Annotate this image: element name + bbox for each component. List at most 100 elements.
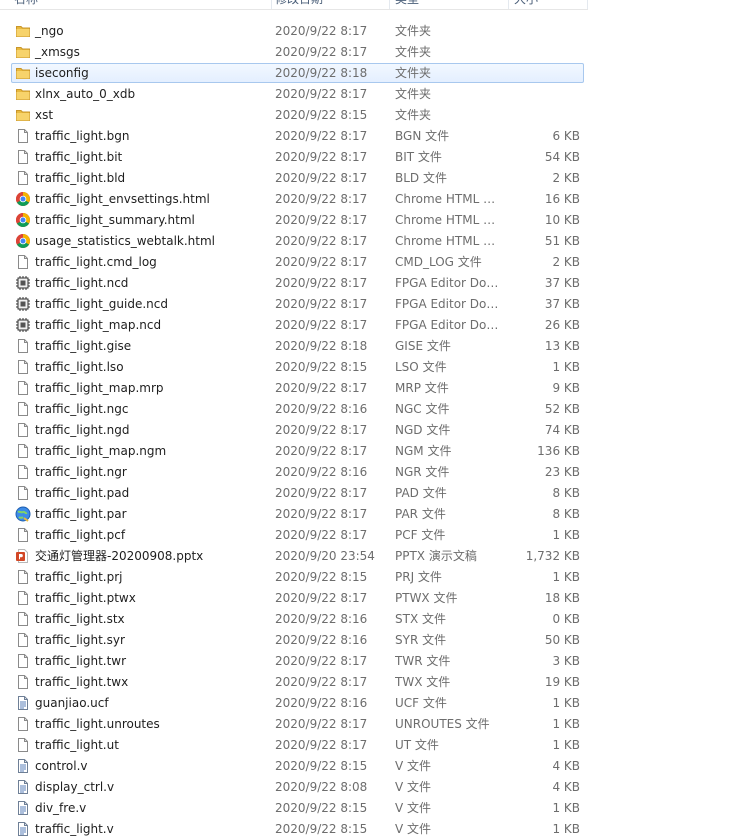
- file-name[interactable]: traffic_light.lso: [35, 357, 124, 378]
- file-name[interactable]: control.v: [35, 756, 88, 777]
- file-row[interactable]: traffic_light.bld 2020/9/22 8:17 BLD 文件 2 K…: [0, 168, 739, 189]
- file-name[interactable]: xlnx_auto_0_xdb: [35, 84, 135, 105]
- file-name[interactable]: traffic_light.ncd: [35, 273, 128, 294]
- file-row[interactable]: traffic_light.syr 2020/9/22 8:16 SYR 文件 50 …: [0, 630, 739, 651]
- file-size: 1 KB: [552, 360, 580, 374]
- file-icon: [15, 359, 31, 375]
- file-row[interactable]: traffic_light.bit 2020/9/22 8:17 BIT 文件 54 …: [0, 147, 739, 168]
- file-row[interactable]: traffic_light.prj 2020/9/22 8:15 PRJ 文件 1 K…: [0, 567, 739, 588]
- file-name[interactable]: traffic_light.twr: [35, 651, 126, 672]
- file-row[interactable]: xst 2020/9/22 8:15 文件夹: [0, 105, 739, 126]
- file-row[interactable]: traffic_light.ncd 2020/9/22 8:17 FPGA Edit…: [0, 273, 739, 294]
- file-row[interactable]: traffic_light.ptwx 2020/9/22 8:17 PTWX 文件 1…: [0, 588, 739, 609]
- file-name[interactable]: div_fre.v: [35, 798, 86, 819]
- file-row[interactable]: display_ctrl.v 2020/9/22 8:08 V 文件 4 KB: [0, 777, 739, 798]
- file-row[interactable]: traffic_light.v 2020/9/22 8:15 V 文件 1 KB: [0, 819, 739, 840]
- column-divider[interactable]: [587, 0, 588, 9]
- file-row[interactable]: _xmsgs 2020/9/22 8:17 文件夹: [0, 42, 739, 63]
- file-name[interactable]: traffic_light.pad: [35, 483, 129, 504]
- file-name[interactable]: traffic_light.ngr: [35, 462, 127, 483]
- text-file-icon: [15, 695, 31, 711]
- file-name[interactable]: traffic_light.ngd: [35, 420, 129, 441]
- file-name[interactable]: traffic_light.twx: [35, 672, 128, 693]
- column-header-name[interactable]: 名称: [14, 0, 38, 9]
- file-name[interactable]: traffic_light_envsettings.html: [35, 189, 210, 210]
- file-name[interactable]: traffic_light.pcf: [35, 525, 125, 546]
- file-row[interactable]: traffic_light.gise 2020/9/22 8:18 GISE 文件 1…: [0, 336, 739, 357]
- file-row[interactable]: traffic_light.twr 2020/9/22 8:17 TWR 文件 3 K…: [0, 651, 739, 672]
- file-row[interactable]: traffic_light.unroutes 2020/9/22 8:17 UNRO…: [0, 714, 739, 735]
- file-name[interactable]: traffic_light.bld: [35, 168, 125, 189]
- file-name[interactable]: traffic_light.cmd_log: [35, 252, 157, 273]
- file-name[interactable]: 交通灯管理器-20200908.pptx: [35, 546, 203, 567]
- file-name[interactable]: iseconfig: [35, 63, 89, 84]
- file-date: 2020/9/22 8:08: [275, 780, 368, 794]
- file-name[interactable]: guanjiao.ucf: [35, 693, 109, 714]
- column-divider[interactable]: [389, 0, 390, 9]
- file-row[interactable]: traffic_light.par 2020/9/22 8:17 PAR 文件 8 K…: [0, 504, 739, 525]
- file-name[interactable]: traffic_light.stx: [35, 609, 125, 630]
- column-header-size[interactable]: 大小: [514, 0, 538, 9]
- file-row[interactable]: traffic_light.stx 2020/9/22 8:16 STX 文件 0 K…: [0, 609, 739, 630]
- column-header-type[interactable]: 类型: [395, 0, 419, 9]
- file-name[interactable]: traffic_light.prj: [35, 567, 123, 588]
- file-row[interactable]: div_fre.v 2020/9/22 8:15 V 文件 1 KB: [0, 798, 739, 819]
- file-name[interactable]: traffic_light_map.ncd: [35, 315, 161, 336]
- file-row[interactable]: usage_statistics_webtalk.html 2020/9/22 8…: [0, 231, 739, 252]
- file-row[interactable]: 交通灯管理器-20200908.pptx 2020/9/20 23:54 PPTX …: [0, 546, 739, 567]
- file-row[interactable]: iseconfig 2020/9/22 8:18 文件夹: [0, 63, 739, 84]
- file-type: PRJ 文件: [395, 570, 442, 584]
- file-icon: [15, 422, 31, 438]
- file-row[interactable]: traffic_light.ngc 2020/9/22 8:16 NGC 文件 52 …: [0, 399, 739, 420]
- file-row[interactable]: traffic_light.bgn 2020/9/22 8:17 BGN 文件 6 K…: [0, 126, 739, 147]
- file-row[interactable]: xlnx_auto_0_xdb 2020/9/22 8:17 文件夹: [0, 84, 739, 105]
- file-name[interactable]: display_ctrl.v: [35, 777, 114, 798]
- file-row[interactable]: traffic_light.ngd 2020/9/22 8:17 NGD 文件 74 …: [0, 420, 739, 441]
- file-row[interactable]: traffic_light.ut 2020/9/22 8:17 UT 文件 1 KB: [0, 735, 739, 756]
- file-row[interactable]: control.v 2020/9/22 8:15 V 文件 4 KB: [0, 756, 739, 777]
- file-name[interactable]: traffic_light.ut: [35, 735, 119, 756]
- column-divider[interactable]: [508, 0, 509, 9]
- file-name[interactable]: traffic_light.gise: [35, 336, 131, 357]
- file-row[interactable]: traffic_light.lso 2020/9/22 8:15 LSO 文件 1 K…: [0, 357, 739, 378]
- file-type: NGC 文件: [395, 402, 450, 416]
- file-row[interactable]: traffic_light.cmd_log 2020/9/22 8:17 CMD_L…: [0, 252, 739, 273]
- file-row[interactable]: traffic_light.pad 2020/9/22 8:17 PAD 文件 8 K…: [0, 483, 739, 504]
- file-name[interactable]: usage_statistics_webtalk.html: [35, 231, 215, 252]
- file-icon: [15, 611, 31, 627]
- file-row[interactable]: traffic_light.ngr 2020/9/22 8:16 NGR 文件 23 …: [0, 462, 739, 483]
- file-date: 2020/9/22 8:15: [275, 570, 368, 584]
- column-divider[interactable]: [271, 0, 272, 9]
- file-row[interactable]: traffic_light_summary.html 2020/9/22 8:17…: [0, 210, 739, 231]
- file-name[interactable]: _ngo: [35, 21, 64, 42]
- file-name[interactable]: traffic_light.v: [35, 819, 114, 840]
- file-row[interactable]: traffic_light_map.ncd 2020/9/22 8:17 FPGA …: [0, 315, 739, 336]
- file-name[interactable]: traffic_light.bgn: [35, 126, 129, 147]
- file-name[interactable]: traffic_light_summary.html: [35, 210, 195, 231]
- file-name[interactable]: traffic_light_map.ngm: [35, 441, 166, 462]
- file-row[interactable]: traffic_light.twx 2020/9/22 8:17 TWX 文件 19 …: [0, 672, 739, 693]
- file-row[interactable]: traffic_light_map.ngm 2020/9/22 8:17 NGM 文…: [0, 441, 739, 462]
- file-name[interactable]: traffic_light.ngc: [35, 399, 128, 420]
- file-name[interactable]: traffic_light.par: [35, 504, 127, 525]
- file-name[interactable]: traffic_light_guide.ncd: [35, 294, 168, 315]
- column-header-date[interactable]: 修改日期: [275, 0, 323, 9]
- file-date: 2020/9/22 8:17: [275, 276, 368, 290]
- file-row[interactable]: traffic_light_guide.ncd 2020/9/22 8:17 FPG…: [0, 294, 739, 315]
- file-date: 2020/9/22 8:17: [275, 87, 368, 101]
- file-name[interactable]: traffic_light.bit: [35, 147, 122, 168]
- file-row[interactable]: traffic_light_envsettings.html 2020/9/22 …: [0, 189, 739, 210]
- file-date: 2020/9/22 8:16: [275, 633, 368, 647]
- file-name[interactable]: traffic_light_map.mrp: [35, 378, 164, 399]
- file-row[interactable]: _ngo 2020/9/22 8:17 文件夹: [0, 21, 739, 42]
- file-name[interactable]: traffic_light.ptwx: [35, 588, 136, 609]
- fpga-editor-icon: [15, 296, 31, 312]
- file-name[interactable]: traffic_light.unroutes: [35, 714, 160, 735]
- file-row[interactable]: traffic_light.pcf 2020/9/22 8:17 PCF 文件 1 K…: [0, 525, 739, 546]
- file-row[interactable]: traffic_light_map.mrp 2020/9/22 8:17 MRP 文…: [0, 378, 739, 399]
- file-name[interactable]: xst: [35, 105, 53, 126]
- file-row[interactable]: guanjiao.ucf 2020/9/22 8:16 UCF 文件 1 KB: [0, 693, 739, 714]
- file-date: 2020/9/22 8:18: [275, 339, 368, 353]
- file-name[interactable]: traffic_light.syr: [35, 630, 125, 651]
- file-name[interactable]: _xmsgs: [35, 42, 80, 63]
